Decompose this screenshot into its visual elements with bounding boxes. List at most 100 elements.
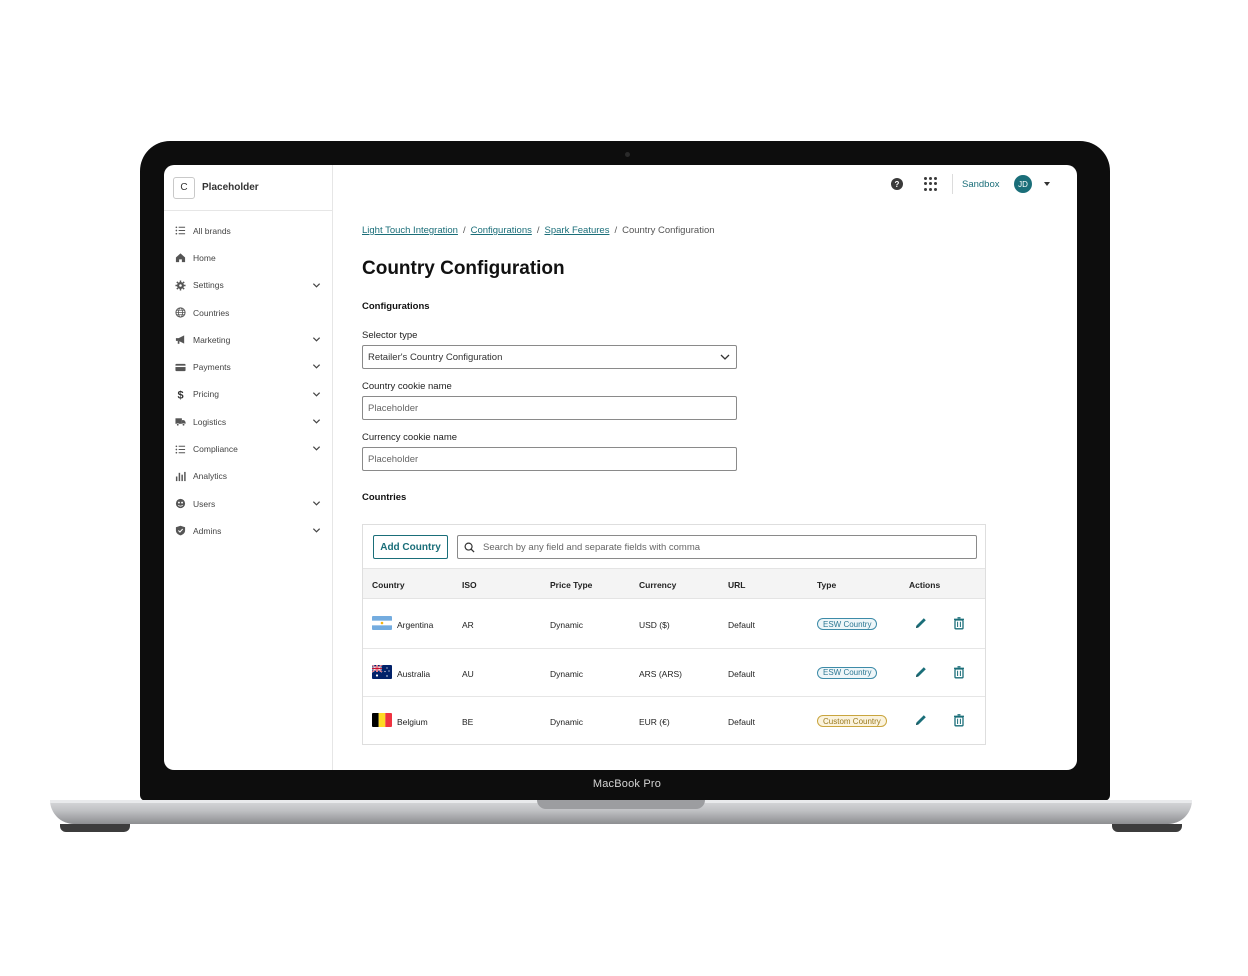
- screen: C Placeholder All brands Home Settings Coun…: [164, 165, 1077, 770]
- trash-icon[interactable]: [952, 616, 966, 630]
- sidebar-item-logistics[interactable]: Logistics: [164, 408, 332, 435]
- brand-logo: C: [173, 176, 195, 199]
- sidebar-nav: All brands Home Settings Countries Marketing…: [164, 217, 332, 545]
- chevron-down-icon: [720, 354, 730, 360]
- brand-switcher[interactable]: C Placeholder: [164, 165, 332, 211]
- sidebar-item-label: Payments: [193, 362, 231, 373]
- sidebar-item-label: Compliance: [193, 444, 238, 455]
- table-header: Country ISO Price Type Currency URL Type…: [363, 568, 985, 599]
- sidebar-item-analytics[interactable]: Analytics: [164, 463, 332, 490]
- sidebar-item-home[interactable]: Home: [164, 244, 332, 271]
- sidebar-item-all-brands[interactable]: All brands: [164, 217, 332, 244]
- sidebar-item-payments[interactable]: Payments: [164, 353, 332, 380]
- url: Default: [728, 620, 755, 630]
- credit-card-icon: [174, 361, 186, 373]
- breadcrumb-separator: /: [536, 225, 540, 236]
- add-country-button[interactable]: Add Country: [373, 535, 448, 559]
- country-cookie-label: Country cookie name: [362, 381, 452, 392]
- currency-cookie-input[interactable]: Placeholder: [362, 447, 737, 471]
- countries-heading: Countries: [362, 492, 407, 503]
- column-header-country[interactable]: Country: [372, 580, 405, 590]
- table-row: Argentina AR Dynamic USD ($) Default ESW Coun…: [363, 600, 985, 649]
- laptop-notch: [537, 800, 705, 809]
- australia-flag: [372, 664, 392, 679]
- country-cookie-placeholder: Placeholder: [368, 402, 419, 414]
- sidebar-item-settings[interactable]: Settings: [164, 272, 332, 299]
- breadcrumb-current: Country Configuration: [622, 225, 715, 236]
- countries-panel: Add Country Search by any field and sepa…: [362, 524, 986, 745]
- belgium-flag: [372, 713, 392, 727]
- sidebar-item-compliance[interactable]: Compliance: [164, 435, 332, 462]
- svg-text:$: $: [177, 390, 183, 400]
- country-cookie-input[interactable]: Placeholder: [362, 396, 737, 420]
- sidebar-item-label: Countries: [193, 307, 230, 318]
- truck-icon: [174, 416, 186, 428]
- breadcrumb-link-configurations[interactable]: Configurations: [471, 225, 532, 236]
- column-header-currency[interactable]: Currency: [639, 580, 676, 590]
- column-header-url[interactable]: URL: [728, 580, 745, 590]
- table-row: Australia AU Dynamic ARS (ARS) Default ESW Co…: [363, 649, 985, 697]
- price-type: Dynamic: [550, 620, 584, 630]
- chevron-down-icon[interactable]: [312, 499, 321, 508]
- gear-icon: [174, 279, 186, 291]
- country-iso: AU: [462, 668, 474, 679]
- megaphone-icon: [174, 334, 186, 346]
- shield-icon: [174, 525, 186, 537]
- sidebar-item-label: Marketing: [193, 334, 231, 345]
- list-icon: [174, 225, 186, 237]
- url: Default: [728, 717, 755, 727]
- selector-type-select[interactable]: Retailer's Country Configuration: [362, 345, 737, 369]
- column-header-type[interactable]: Type: [817, 580, 836, 590]
- country-name: Argentina: [397, 620, 434, 630]
- trash-icon[interactable]: [952, 713, 966, 727]
- avatar[interactable]: JD: [1014, 175, 1032, 193]
- chevron-down-icon[interactable]: [312, 281, 321, 290]
- currency: EUR (€): [639, 717, 670, 727]
- chevron-down-icon[interactable]: [312, 390, 321, 399]
- chevron-down-icon[interactable]: [312, 526, 321, 535]
- home-icon: [174, 252, 186, 264]
- breadcrumb-link-spark-features[interactable]: Spark Features: [545, 225, 610, 236]
- pencil-icon[interactable]: [914, 616, 928, 630]
- country-name: Australia: [397, 668, 431, 679]
- breadcrumb-separator: /: [462, 225, 466, 236]
- selector-type-label: Selector type: [362, 330, 418, 341]
- sidebar-item-label: All brands: [193, 225, 231, 236]
- table-row: Belgium BE Dynamic EUR (€) Default Custom Cou…: [363, 697, 985, 746]
- sidebar-item-marketing[interactable]: Marketing: [164, 326, 332, 353]
- chevron-down-icon[interactable]: [312, 335, 321, 344]
- environment-label[interactable]: Sandbox: [962, 179, 1000, 190]
- trash-icon[interactable]: [952, 665, 966, 679]
- chevron-down-icon[interactable]: [312, 417, 321, 426]
- breadcrumb-link-light-touch[interactable]: Light Touch Integration: [362, 225, 458, 236]
- question-circle-icon[interactable]: ?: [891, 178, 903, 190]
- selector-type-value: Retailer's Country Configuration: [368, 351, 503, 363]
- brand-name: Placeholder: [202, 182, 259, 193]
- type-badge: Custom Country: [817, 715, 887, 727]
- price-type: Dynamic: [550, 717, 584, 727]
- pencil-icon[interactable]: [914, 665, 928, 679]
- list-icon: [174, 443, 186, 455]
- bar-chart-icon: [174, 470, 186, 482]
- sidebar-item-label: Logistics: [193, 416, 227, 427]
- column-header-price-type[interactable]: Price Type: [550, 580, 592, 590]
- dollar-icon: $: [174, 388, 186, 400]
- apps-grid-icon[interactable]: [924, 177, 938, 191]
- sidebar-item-pricing[interactable]: $ Pricing: [164, 381, 332, 408]
- currency: ARS (ARS): [639, 668, 682, 679]
- sidebar-item-countries[interactable]: Countries: [164, 299, 332, 326]
- price-type: Dynamic: [550, 668, 584, 679]
- sidebar-item-admins[interactable]: Admins: [164, 517, 332, 544]
- globe-icon: [174, 307, 186, 319]
- country-iso: BE: [462, 717, 474, 727]
- caret-down-icon[interactable]: [1044, 182, 1050, 186]
- currency: USD ($): [639, 620, 670, 630]
- pencil-icon[interactable]: [914, 713, 928, 727]
- column-header-iso[interactable]: ISO: [462, 580, 477, 590]
- sidebar-item-users[interactable]: Users: [164, 490, 332, 517]
- laptop-foot-left: [60, 824, 130, 832]
- search-input[interactable]: Search by any field and separate fields …: [457, 535, 977, 559]
- chevron-down-icon[interactable]: [312, 362, 321, 371]
- chevron-down-icon[interactable]: [312, 444, 321, 453]
- type-badge: ESW Country: [817, 666, 878, 679]
